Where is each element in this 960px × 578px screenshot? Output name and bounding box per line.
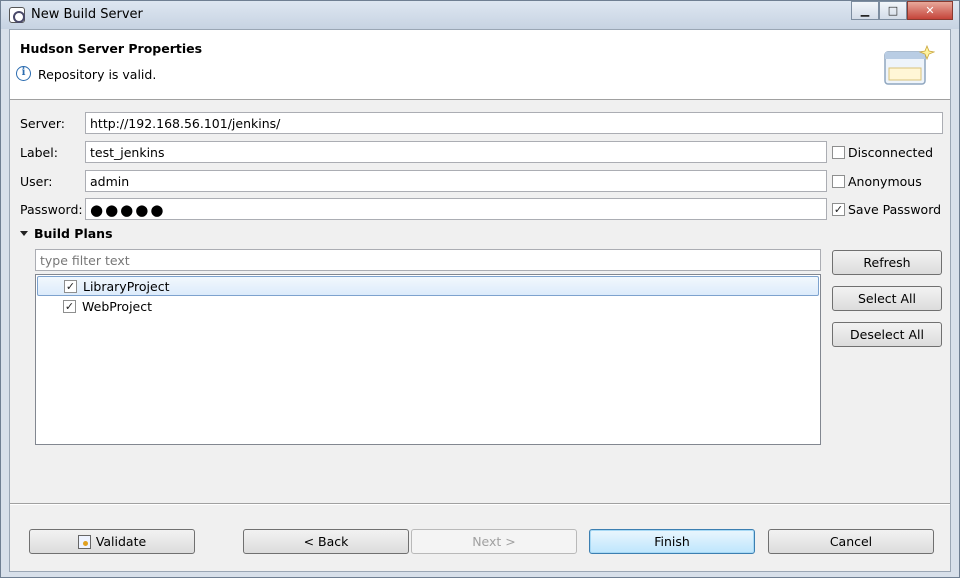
- checkmark-icon: ✓: [64, 300, 75, 313]
- refresh-button[interactable]: Refresh: [832, 250, 942, 275]
- user-field[interactable]: admin: [85, 170, 827, 192]
- label-field[interactable]: test_jenkins: [85, 141, 827, 163]
- minimize-button[interactable]: ▁: [851, 1, 879, 20]
- user-value: admin: [90, 174, 130, 189]
- user-label: User:: [20, 174, 53, 189]
- build-plans-section-header[interactable]: Build Plans: [20, 226, 113, 241]
- dialog-content: Hudson Server Properties i Repository is…: [9, 29, 951, 572]
- title-bar[interactable]: New Build Server ▁ □ ✕: [1, 1, 959, 29]
- server-label: Server:: [20, 116, 65, 131]
- list-item[interactable]: ✓ WebProject: [37, 297, 819, 317]
- disconnected-checkbox[interactable]: [832, 146, 845, 159]
- cancel-button[interactable]: Cancel: [768, 529, 934, 554]
- password-field[interactable]: ●●●●●: [85, 198, 827, 220]
- select-all-label: Select All: [857, 291, 917, 306]
- info-icon: i: [16, 66, 31, 81]
- label-label: Label:: [20, 145, 58, 160]
- deselect-all-label: Deselect All: [850, 327, 924, 342]
- minimize-icon: ▁: [860, 4, 870, 17]
- finish-button[interactable]: Finish: [589, 529, 755, 554]
- anonymous-label: Anonymous: [848, 174, 922, 189]
- select-all-button[interactable]: Select All: [832, 286, 942, 311]
- password-label: Password:: [20, 202, 83, 217]
- build-plan-label: LibraryProject: [83, 279, 170, 294]
- deselect-all-button[interactable]: Deselect All: [832, 322, 942, 347]
- footer-separator: [10, 503, 950, 505]
- next-label: Next >: [472, 534, 516, 549]
- label-value: test_jenkins: [90, 145, 165, 160]
- cancel-label: Cancel: [829, 534, 873, 549]
- validate-icon: [77, 534, 91, 549]
- anonymous-checkbox[interactable]: [832, 175, 845, 188]
- validate-label: Validate: [95, 534, 147, 549]
- eclipse-app-icon: [9, 7, 25, 23]
- save-password-checkbox[interactable]: ✓: [832, 203, 845, 216]
- server-url-field[interactable]: http://192.168.56.101/jenkins/: [85, 112, 943, 134]
- checkmark-icon: ✓: [65, 280, 76, 293]
- filter-placeholder: type filter text: [40, 253, 130, 268]
- maximize-icon: □: [887, 4, 899, 17]
- expand-triangle-icon: [20, 231, 28, 236]
- status-message: Repository is valid.: [38, 67, 157, 82]
- build-plans-list[interactable]: ✓ LibraryProject ✓ WebProject: [35, 274, 821, 445]
- server-url-value: http://192.168.56.101/jenkins/: [90, 116, 281, 131]
- finish-label: Finish: [654, 534, 690, 549]
- page-title: Hudson Server Properties: [20, 41, 203, 56]
- close-icon: ✕: [925, 4, 935, 17]
- build-plans-title: Build Plans: [34, 226, 113, 241]
- next-button[interactable]: Next >: [411, 529, 577, 554]
- filter-input[interactable]: type filter text: [35, 249, 821, 271]
- validate-button[interactable]: Validate: [29, 529, 195, 554]
- list-item[interactable]: ✓ LibraryProject: [37, 276, 819, 296]
- refresh-label: Refresh: [863, 255, 911, 270]
- checkmark-icon: ✓: [833, 203, 844, 216]
- back-label: < Back: [303, 534, 349, 549]
- disconnected-label: Disconnected: [848, 145, 934, 160]
- build-plan-label: WebProject: [82, 299, 153, 314]
- back-button[interactable]: < Back: [243, 529, 409, 554]
- window-controls: ▁ □ ✕: [851, 1, 953, 21]
- close-button[interactable]: ✕: [907, 1, 953, 20]
- window-title: New Build Server: [31, 7, 143, 22]
- dialog-window: New Build Server ▁ □ ✕ Hudson Server Pro…: [0, 0, 960, 578]
- wizard-banner: Hudson Server Properties i Repository is…: [10, 30, 950, 100]
- password-value: ●●●●●: [90, 201, 166, 219]
- save-password-label: Save Password: [848, 202, 942, 217]
- maximize-button[interactable]: □: [879, 1, 907, 20]
- wizard-banner-icon: [884, 44, 935, 85]
- build-plan-checkbox[interactable]: ✓: [63, 300, 76, 313]
- build-plan-checkbox[interactable]: ✓: [64, 280, 77, 293]
